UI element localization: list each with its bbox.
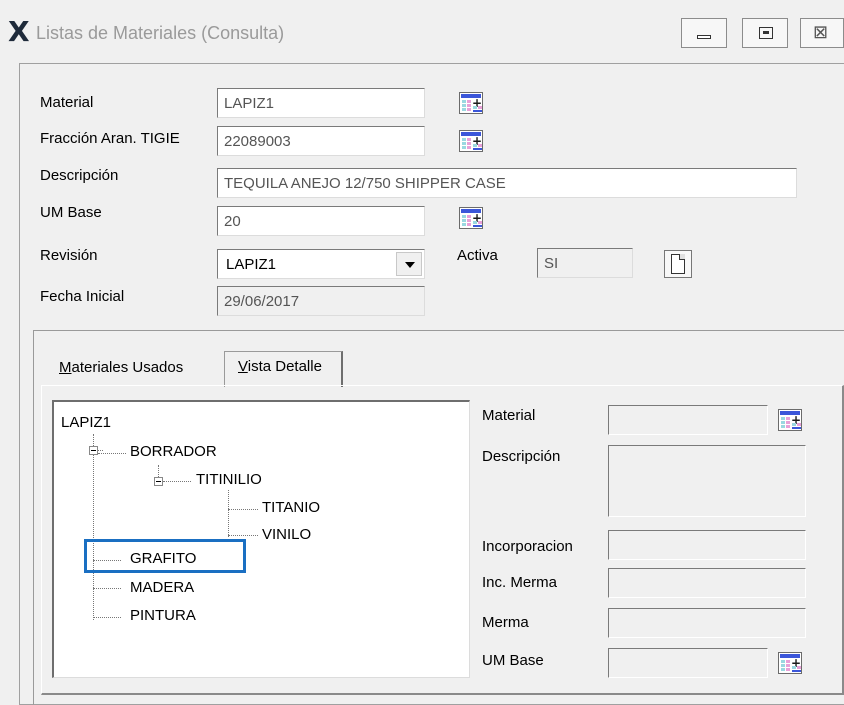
revision-value: LAPIZ1	[226, 256, 277, 273]
activa-label: Activa	[457, 247, 498, 264]
maximize-icon	[759, 27, 773, 39]
activa-field: SI	[537, 248, 633, 278]
tree-node-borrador[interactable]: BORRADOR	[130, 443, 217, 460]
detail-material-label: Material	[482, 407, 536, 424]
app-icon: X	[8, 15, 30, 48]
lookup-icon	[781, 417, 790, 429]
lookup-icon	[781, 660, 790, 672]
collapse-icon[interactable]	[89, 446, 98, 455]
detail-um-base-label: UM Base	[482, 652, 544, 669]
detail-material-lookup-button[interactable]: +	[778, 409, 802, 431]
detail-inc-merma-field	[608, 568, 806, 598]
tree-node-madera[interactable]: MADERA	[130, 579, 194, 596]
material-field[interactable]: LAPIZ1	[217, 88, 425, 118]
um-base-field[interactable]: 20	[217, 206, 425, 236]
selection-highlight	[84, 539, 246, 573]
document-button[interactable]	[664, 250, 692, 278]
detail-material-field	[608, 405, 768, 435]
material-lookup-button[interactable]: +	[459, 92, 483, 114]
detail-um-base-lookup-button[interactable]: +	[778, 652, 802, 674]
material-label: Material	[40, 94, 94, 111]
fraccion-lookup-button[interactable]: +	[459, 130, 483, 152]
chevron-down-icon[interactable]	[396, 252, 422, 276]
close-button[interactable]: ⊠	[800, 18, 844, 48]
fecha-inicial-field: 29/06/2017	[217, 286, 425, 316]
detail-inc-merma-label: Inc. Merma	[482, 574, 558, 591]
fraccion-field[interactable]: 22089003	[217, 126, 425, 156]
um-base-lookup-button[interactable]: +	[459, 207, 483, 229]
detail-um-base-field	[608, 648, 768, 678]
detail-descripcion-field	[608, 445, 806, 517]
descripcion-field[interactable]: TEQUILA ANEJO 12/750 SHIPPER CASE	[217, 168, 797, 198]
maximize-button[interactable]	[742, 18, 788, 48]
tree-node-titinilio[interactable]: TITINILIO	[196, 471, 262, 488]
tree-node-pintura[interactable]: PINTURA	[130, 607, 196, 624]
tree-node-titanio[interactable]: TITANIO	[262, 499, 320, 516]
close-icon: ⊠	[813, 22, 829, 42]
window-title: Listas de Materiales (Consulta)	[36, 23, 285, 43]
detail-merma-label: Merma	[482, 614, 529, 631]
fraccion-label: Fracción Aran. TIGIE	[40, 130, 180, 147]
um-base-label: UM Base	[40, 204, 102, 221]
tree-node-root[interactable]: LAPIZ1	[61, 414, 111, 431]
tab-vista-detalle[interactable]: Vista Detalle	[224, 351, 343, 387]
revision-dropdown[interactable]: LAPIZ1	[217, 249, 425, 279]
collapse-icon[interactable]	[154, 477, 163, 486]
minimize-icon	[697, 35, 711, 39]
lookup-icon	[462, 138, 471, 150]
descripcion-label: Descripción	[40, 167, 119, 184]
revision-label: Revisión	[40, 247, 98, 264]
title-bar: X Listas de Materiales (Consulta) ⊠	[0, 0, 844, 60]
detail-incorporacion-label: Incorporacion	[482, 538, 573, 555]
fecha-inicial-label: Fecha Inicial	[40, 288, 125, 305]
lookup-icon	[462, 100, 471, 112]
lookup-icon	[462, 215, 471, 227]
detail-incorporacion-field	[608, 530, 806, 560]
tab-materiales-usados[interactable]: Materiales Usados	[59, 359, 183, 376]
tree-node-vinilo[interactable]: VINILO	[262, 526, 311, 543]
detail-merma-field	[608, 608, 806, 638]
minimize-button[interactable]	[681, 18, 727, 48]
detail-descripcion-label: Descripción	[482, 448, 561, 465]
